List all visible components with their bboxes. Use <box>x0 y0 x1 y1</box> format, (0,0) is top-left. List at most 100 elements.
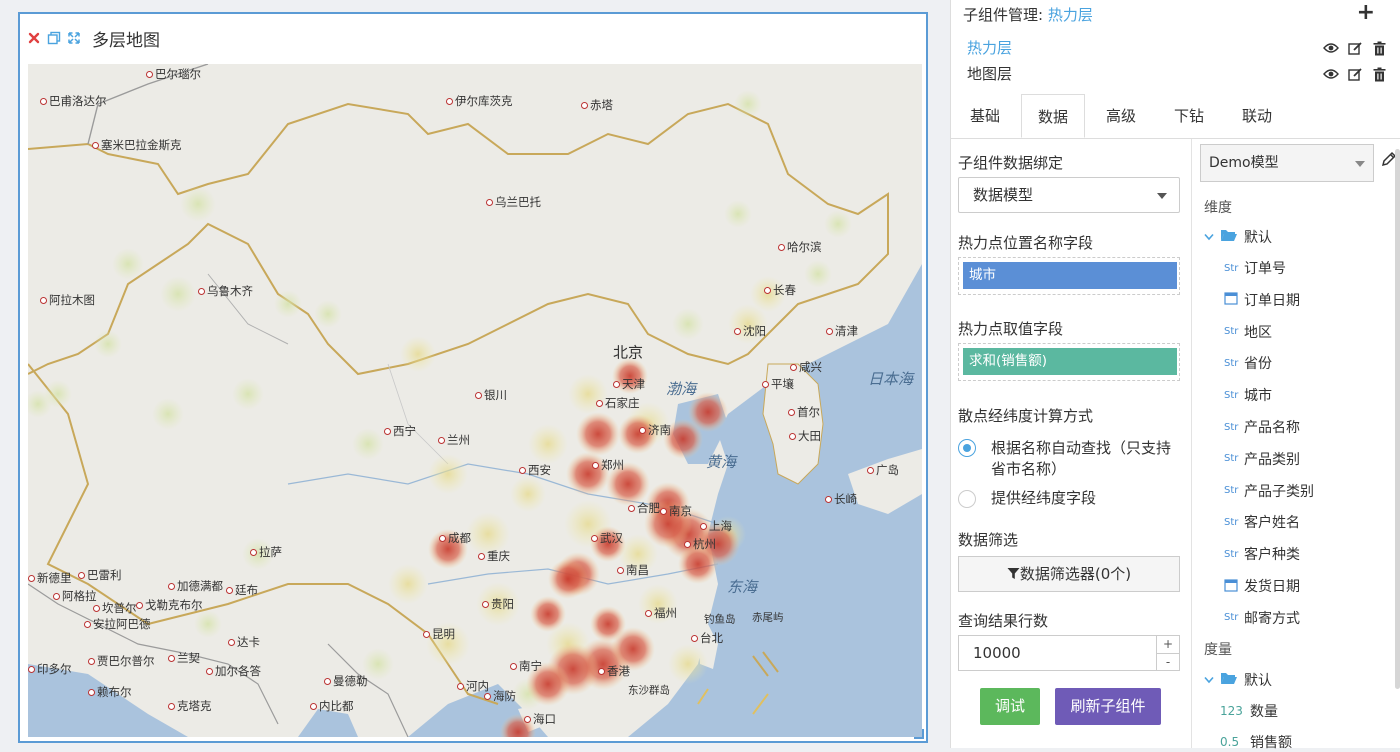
city-dot-icon <box>762 381 769 388</box>
position-field-chip[interactable]: 城市 <box>963 262 1177 289</box>
city-name: 达卡 <box>237 635 260 649</box>
measure-folder[interactable]: 默认 <box>1204 670 1272 690</box>
add-layer-icon[interactable]: + <box>1357 0 1375 25</box>
position-field-dropzone[interactable]: 城市 <box>958 257 1180 295</box>
dimension-field[interactable]: Str 城市 <box>1224 385 1272 405</box>
model-select[interactable]: Demo模型 <box>1200 144 1374 182</box>
model-fields: Demo模型 维度 默认 Str 订单号 订单日期 Str 地区 Str 省份 Str 城市 Str 产… <box>1191 139 1400 751</box>
city-name: 福州 <box>654 606 677 620</box>
fields-scrollbar[interactable] <box>1395 149 1400 689</box>
trash-icon[interactable] <box>1371 66 1387 82</box>
city-label: 加尔各答 <box>206 663 261 679</box>
rows-increment-button[interactable]: + <box>1156 636 1179 653</box>
city-dot-icon <box>92 142 99 149</box>
dimension-field[interactable]: Str 客户姓名 <box>1224 512 1300 532</box>
dimension-folder[interactable]: 默认 <box>1204 227 1272 247</box>
city-dot-icon <box>28 666 35 673</box>
data-settings: 子组件数据绑定 数据模型 热力点位置名称字段 城市 热力点取值字段 求和(销售额… <box>951 139 1188 748</box>
debug-button[interactable]: 调试 <box>980 688 1040 725</box>
value-field-label: 热力点取值字段 <box>958 320 1064 338</box>
eye-icon[interactable] <box>1323 40 1339 56</box>
dimension-field[interactable]: 订单日期 <box>1224 290 1300 310</box>
data-filter-button[interactable]: 数据筛选器(0个) <box>958 556 1180 592</box>
city-dot-icon <box>438 437 445 444</box>
city-name: 内比都 <box>319 699 354 713</box>
dimension-field[interactable]: Str 地区 <box>1224 322 1272 342</box>
tab[interactable]: 数据 <box>1021 94 1085 138</box>
dimension-field[interactable]: Str 邮寄方式 <box>1224 608 1300 628</box>
value-field-dropzone[interactable]: 求和(销售额) <box>958 343 1180 381</box>
tab[interactable]: 高级 <box>1089 94 1153 138</box>
calendar-icon <box>1224 578 1242 595</box>
dimension-field[interactable]: Str 订单号 <box>1224 258 1286 278</box>
heat-map[interactable]: 巴尔瑙尔 巴甫洛达尔 伊尔库茨克 赤塔 塞米巴拉金斯克 乌兰巴托 哈尔滨 乌鲁木齐 长春 阿拉木图… <box>28 64 922 737</box>
refresh-button[interactable]: 刷新子组件 <box>1055 688 1161 725</box>
city-name: 郑州 <box>601 458 624 472</box>
calc-auto-text[interactable]: 根据名称自动查找（只支持省市名称） <box>991 438 1181 480</box>
dimension-field[interactable]: Str 产品名称 <box>1224 417 1300 437</box>
binding-select[interactable]: 数据模型 <box>958 177 1180 213</box>
tab[interactable]: 联动 <box>1225 94 1289 138</box>
city-dot-icon <box>639 427 646 434</box>
resize-handle[interactable] <box>914 729 924 739</box>
field-name: 客户种类 <box>1244 547 1300 564</box>
calc-latlng-radio[interactable] <box>958 490 976 508</box>
city-dot-icon <box>457 683 464 690</box>
expand-icon[interactable] <box>66 30 82 46</box>
field-name: 发货日期 <box>1244 579 1300 595</box>
close-icon[interactable] <box>26 30 42 46</box>
city-label: 海口 <box>524 711 556 727</box>
city-label: 香港 <box>598 663 630 679</box>
rows-decrement-button[interactable]: - <box>1156 653 1179 671</box>
city-label: 清津 <box>826 323 858 339</box>
city-name: 西安 <box>528 463 551 477</box>
calc-auto-radio[interactable] <box>958 439 976 457</box>
city-name: 拉萨 <box>259 545 282 559</box>
city-dot-icon <box>790 364 797 371</box>
city-dot-icon <box>446 98 453 105</box>
city-name: 香港 <box>607 664 630 678</box>
filter-label: 数据筛选 <box>958 531 1019 549</box>
city-dot-icon <box>384 428 391 435</box>
string-type-icon: Str <box>1224 453 1239 465</box>
value-field-chip[interactable]: 求和(销售额) <box>963 348 1177 375</box>
copy-icon[interactable] <box>46 30 62 46</box>
edit-icon[interactable] <box>1347 40 1363 56</box>
city-name: 海口 <box>533 712 556 726</box>
layer-item[interactable]: 热力层 <box>967 37 1012 58</box>
tab[interactable]: 基础 <box>953 94 1017 138</box>
city-dot-icon <box>581 102 588 109</box>
city-label: 巴雷利 <box>78 567 122 583</box>
folder-label: 默认 <box>1244 673 1272 689</box>
measure-field[interactable]: 123 数量 <box>1220 701 1278 721</box>
city-label: 昆明 <box>423 626 455 642</box>
calc-latlng-text[interactable]: 提供经纬度字段 <box>991 488 1181 509</box>
edit-icon[interactable] <box>1347 66 1363 82</box>
city-name: 贵阳 <box>491 597 514 611</box>
sea-label: 黄海 <box>706 453 737 471</box>
dimension-field[interactable]: Str 省份 <box>1224 353 1272 373</box>
dimension-field[interactable]: Str 产品子类别 <box>1224 481 1314 501</box>
city-name: 成都 <box>448 531 471 545</box>
city-label: 海防 <box>484 688 516 704</box>
dimension-field[interactable]: Str 产品类别 <box>1224 449 1300 469</box>
map-widget[interactable]: 多层地图 巴尔瑙尔 巴甫洛达尔 伊尔库茨克 赤塔 塞米巴拉金斯克 乌兰巴托 哈尔… <box>18 12 928 743</box>
tab[interactable]: 下钻 <box>1157 94 1221 138</box>
city-label: 福州 <box>645 605 677 621</box>
city-name: 坎普尔 <box>102 601 137 615</box>
eye-icon[interactable] <box>1323 66 1339 82</box>
city-name: 戈勒克布尔 <box>145 598 203 612</box>
city-dot-icon <box>93 605 100 612</box>
city-dot-icon <box>592 462 599 469</box>
city-name: 昆明 <box>432 627 455 641</box>
measure-section-label: 度量 <box>1204 642 1232 658</box>
trash-icon[interactable] <box>1371 40 1387 56</box>
city-name: 塞米巴拉金斯克 <box>101 138 182 152</box>
dimension-field[interactable]: 发货日期 <box>1224 576 1300 596</box>
layer-item[interactable]: 地图层 <box>967 63 1012 84</box>
rows-input[interactable]: 10000 + - <box>958 635 1180 671</box>
city-label: 巴尔瑙尔 <box>146 66 201 82</box>
city-dot-icon <box>867 467 874 474</box>
measure-field[interactable]: 0.5 销售额 <box>1220 732 1292 752</box>
dimension-field[interactable]: Str 客户种类 <box>1224 544 1300 564</box>
